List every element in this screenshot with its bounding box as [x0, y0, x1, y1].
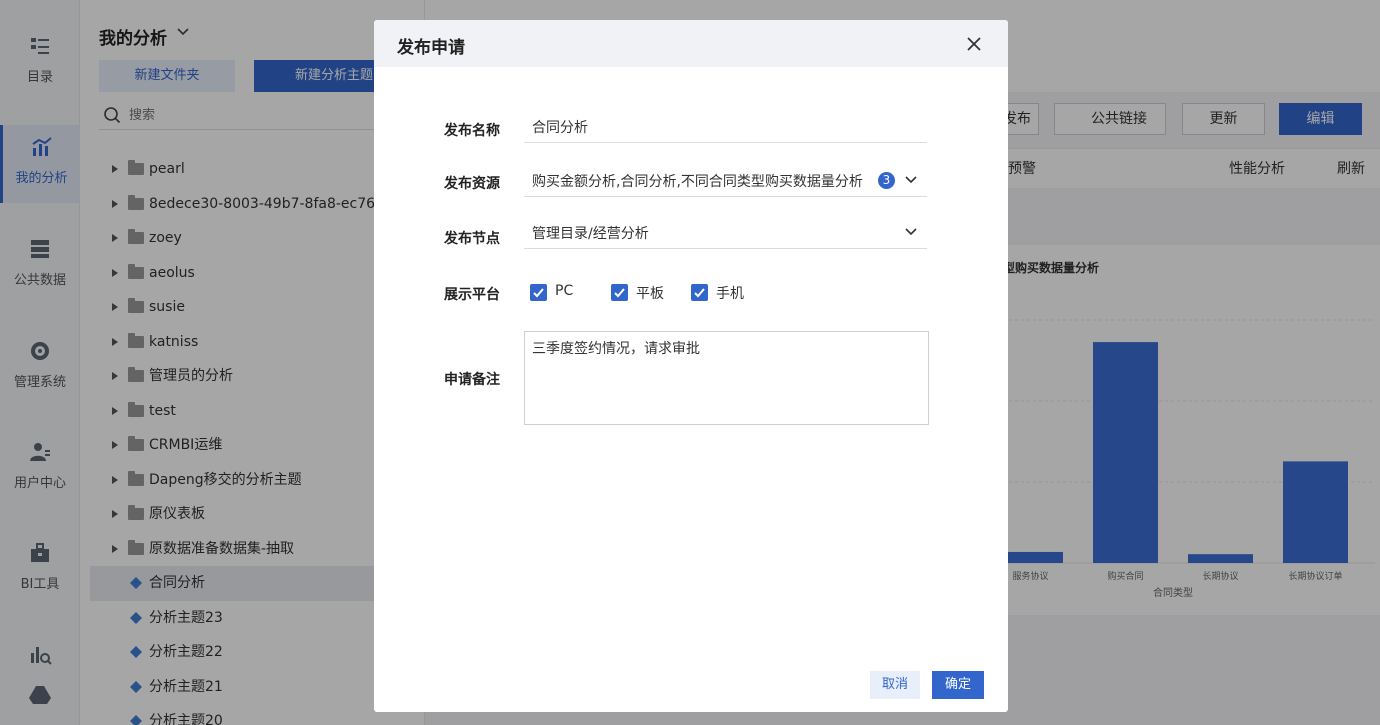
- close-icon[interactable]: [966, 36, 982, 52]
- name-label: 发布名称: [444, 123, 500, 139]
- resource-value: 购买金额分析,合同分析,不同合同类型购买数据量分析: [532, 174, 863, 190]
- cancel-button[interactable]: 取消: [870, 671, 920, 699]
- chevron-down-icon: [905, 228, 917, 236]
- name-field[interactable]: 合同分析: [524, 109, 927, 143]
- dialog-title: 发布申请: [397, 38, 465, 58]
- name-value: 合同分析: [532, 120, 588, 136]
- resource-select[interactable]: 购买金额分析,合同分析,不同合同类型购买数据量分析 3: [524, 163, 927, 197]
- node-select[interactable]: 管理目录/经营分析: [524, 215, 927, 249]
- checkbox-checked: [611, 284, 628, 301]
- checkbox-label: PC: [555, 283, 574, 299]
- checkbox-label: 手机: [716, 286, 744, 302]
- checkbox-label: 平板: [636, 286, 664, 302]
- node-label: 发布节点: [444, 231, 500, 247]
- publish-request-dialog: 发布申请 发布名称 合同分析 发布资源 购买金额分析,合同分析,不同合同类型购买…: [374, 20, 1008, 712]
- checkbox-checked: [530, 284, 547, 301]
- note-textarea[interactable]: 三季度签约情况，请求审批: [524, 331, 929, 425]
- resource-count-badge: 3: [878, 172, 895, 189]
- checkbox-checked: [691, 284, 708, 301]
- node-value: 管理目录/经营分析: [532, 226, 649, 242]
- confirm-button[interactable]: 确定: [932, 671, 984, 699]
- note-label: 申请备注: [444, 372, 500, 388]
- resource-label: 发布资源: [444, 176, 500, 192]
- dialog-header: 发布申请: [374, 20, 1008, 67]
- chevron-down-icon: [905, 176, 917, 184]
- platform-label: 展示平台: [444, 287, 500, 303]
